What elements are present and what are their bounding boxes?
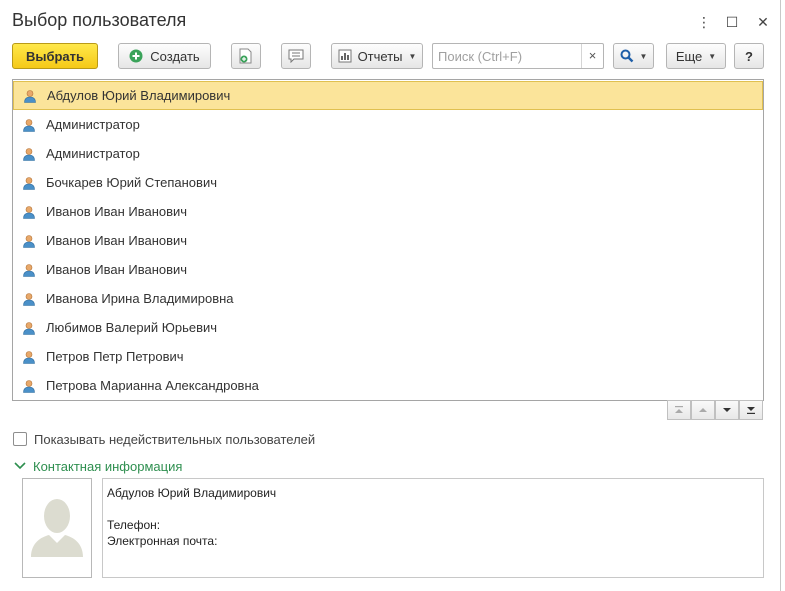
- select-button[interactable]: Выбрать: [12, 43, 98, 69]
- first-icon: [675, 406, 683, 413]
- magnifier-icon: [620, 49, 633, 63]
- user-icon: [23, 292, 35, 306]
- comment-button[interactable]: [281, 43, 311, 69]
- user-name: Петрова Марианна Александровна: [46, 378, 259, 393]
- user-name: Любимов Валерий Юрьевич: [46, 320, 218, 335]
- close-icon[interactable]: ✕: [753, 12, 773, 32]
- user-photo: [22, 478, 92, 578]
- user-icon: [23, 147, 35, 161]
- user-icon: [23, 176, 35, 190]
- down-icon: [723, 408, 731, 412]
- user-name: Администратор: [46, 117, 140, 132]
- scroll-to-top-button[interactable]: [667, 400, 691, 420]
- user-name: Иванов Иван Иванович: [46, 233, 188, 248]
- phone-label: Телефон:: [107, 518, 161, 532]
- window-right-border: [780, 0, 781, 591]
- user-name: Абдулов Юрий Владимирович: [47, 88, 231, 103]
- user-icon: [24, 89, 36, 103]
- users-list[interactable]: Абдулов Юрий Владимирович Администратор Ад…: [12, 79, 764, 401]
- user-row[interactable]: Иванов Иван Иванович: [13, 226, 763, 255]
- reports-dropdown[interactable]: Отчеты ▼: [331, 43, 423, 69]
- user-name: Бочкарев Юрий Степанович: [46, 175, 217, 190]
- scroll-up-button[interactable]: [691, 400, 715, 420]
- user-name: Иванов Иван Иванович: [46, 204, 188, 219]
- plus-circle-icon: [129, 49, 143, 63]
- user-row[interactable]: Иванов Иван Иванович: [13, 255, 763, 284]
- window-title: Выбор пользователя: [12, 10, 187, 30]
- user-icon: [23, 263, 35, 277]
- user-row[interactable]: Любимов Валерий Юрьевич: [13, 313, 763, 342]
- create-button[interactable]: Создать: [118, 43, 211, 69]
- reports-label: Отчеты: [357, 48, 403, 64]
- user-row[interactable]: Иванов Иван Иванович: [13, 197, 763, 226]
- chevron-down-icon: ▼: [408, 51, 417, 61]
- user-silhouette-icon: [31, 499, 83, 557]
- more-actions-icon[interactable]: ⋮: [694, 12, 714, 32]
- list-navigation: [667, 400, 763, 420]
- scroll-down-button[interactable]: [715, 400, 739, 420]
- user-icon: [23, 234, 35, 248]
- up-icon: [699, 408, 707, 412]
- document-add-icon: [239, 48, 252, 64]
- user-row[interactable]: Иванова Ирина Владимировна: [13, 284, 763, 313]
- help-button[interactable]: ?: [734, 43, 764, 69]
- user-icon: [23, 350, 35, 364]
- user-name: Иванова Ирина Владимировна: [46, 291, 234, 306]
- user-row[interactable]: Администратор: [13, 110, 763, 139]
- user-row[interactable]: Петрова Марианна Александровна: [13, 371, 763, 400]
- more-label: Еще: [675, 48, 703, 64]
- user-name: Иванов Иван Иванович: [46, 262, 188, 277]
- user-name: Администратор: [46, 146, 140, 161]
- copy-button[interactable]: [231, 43, 261, 69]
- user-icon: [23, 205, 35, 219]
- chevron-down-icon: ▼: [639, 51, 648, 61]
- show-invalid-users-label: Показывать недействительных пользователе…: [34, 431, 316, 447]
- last-icon: [747, 407, 755, 414]
- chevron-down-icon: [14, 462, 26, 470]
- more-dropdown[interactable]: Еще ▼: [666, 43, 726, 69]
- contact-info-panel: Абдулов Юрий Владимирович Телефон: Элект…: [102, 478, 764, 578]
- user-icon: [23, 379, 35, 393]
- user-icon: [23, 118, 35, 132]
- contact-info-label: Контактная информация: [33, 458, 183, 474]
- contact-info-toggle[interactable]: Контактная информация: [13, 458, 182, 474]
- user-row[interactable]: Петров Петр Петрович: [13, 342, 763, 371]
- user-name: Петров Петр Петрович: [46, 349, 184, 364]
- show-invalid-users-checkbox[interactable]: Показывать недействительных пользователе…: [13, 431, 315, 447]
- checkbox[interactable]: [13, 432, 27, 446]
- contact-name: Абдулов Юрий Владимирович: [107, 486, 277, 500]
- clear-search-icon[interactable]: ×: [581, 44, 603, 68]
- user-icon: [23, 321, 35, 335]
- chevron-down-icon: ▼: [708, 51, 717, 61]
- search-input[interactable]: Поиск (Ctrl+F): [433, 49, 581, 64]
- email-label: Электронная почта:: [107, 534, 218, 548]
- title-bar: Выбор пользователя ⋮ ☐ ✕: [12, 8, 772, 34]
- scroll-to-bottom-button[interactable]: [739, 400, 763, 420]
- maximize-icon[interactable]: ☐: [722, 12, 742, 32]
- search-field[interactable]: Поиск (Ctrl+F) ×: [432, 43, 604, 69]
- search-options-dropdown[interactable]: ▼: [613, 43, 654, 69]
- user-row[interactable]: Бочкарев Юрий Степанович: [13, 168, 763, 197]
- report-icon: [338, 49, 352, 63]
- create-button-label: Создать: [150, 48, 200, 64]
- user-row[interactable]: Абдулов Юрий Владимирович: [13, 81, 763, 110]
- user-row[interactable]: Администратор: [13, 139, 763, 168]
- comment-icon: [288, 49, 304, 63]
